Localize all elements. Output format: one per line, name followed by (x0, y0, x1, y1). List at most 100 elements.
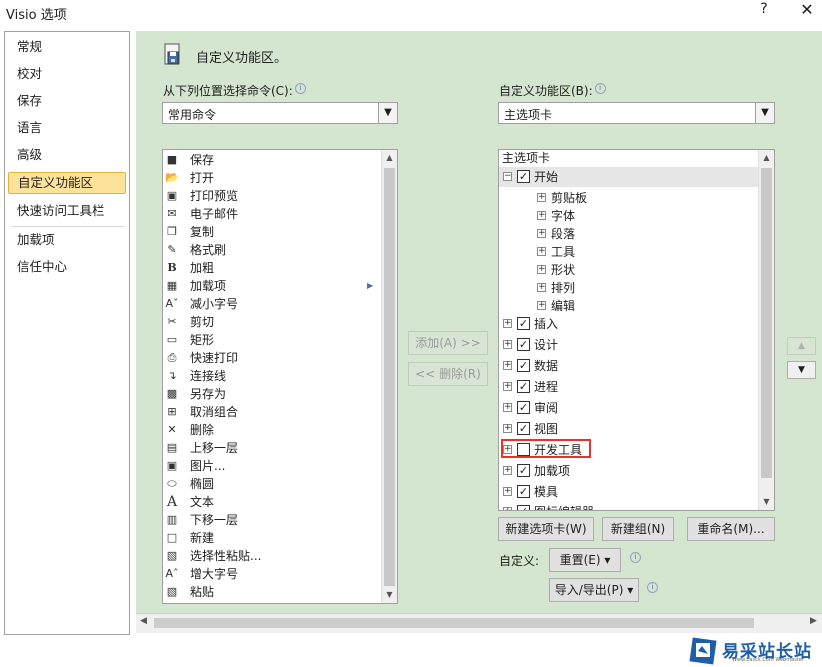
list-item-label: 椭圆 (190, 477, 215, 491)
nav-item-advanced[interactable]: 高级 (8, 144, 126, 166)
expand-icon[interactable]: + (503, 507, 512, 510)
customize-ribbon-combo[interactable]: 主选项卡 ▼ (498, 102, 775, 124)
checkbox-checked-icon[interactable]: ✓ (517, 338, 530, 351)
expand-icon[interactable]: + (503, 382, 512, 391)
nav-divider (11, 226, 125, 227)
list-item-label: 加载项 (190, 279, 227, 293)
checkbox-checked-icon[interactable]: ✓ (517, 380, 530, 393)
list-item-label: 新建 (190, 531, 215, 545)
nav-item-general[interactable]: 常规 (8, 36, 126, 58)
move-up-button[interactable]: ▲ (787, 337, 816, 355)
expand-icon[interactable]: + (537, 211, 546, 220)
expand-icon[interactable]: + (537, 301, 546, 310)
new-group-button[interactable]: 新建组(N) (602, 517, 674, 541)
expand-icon[interactable]: + (503, 466, 512, 475)
scroll-right-icon[interactable]: ▶ (810, 616, 817, 626)
ribbon-tree[interactable]: 主选项卡 − ✓ 开始 + 剪贴板 + 字体 + 段落 + 工具 + 形状 + 排列 + 编辑… (498, 149, 775, 511)
add-button[interactable]: 添加(A) >> (408, 331, 488, 355)
scroll-up-icon[interactable]: ▲ (382, 150, 397, 166)
scroll-thumb[interactable] (154, 618, 754, 628)
scroll-down-icon[interactable]: ▼ (382, 587, 397, 603)
expand-icon[interactable]: + (503, 319, 512, 328)
move-down-button[interactable]: ▼ (787, 361, 816, 379)
expand-icon[interactable]: + (537, 229, 546, 238)
scroll-down-icon[interactable]: ▼ (759, 494, 774, 510)
info-icon: i (630, 552, 641, 563)
checkbox-checked-icon[interactable]: ✓ (517, 505, 530, 510)
expand-icon[interactable]: + (537, 265, 546, 274)
tree-tab-label: 审阅 (534, 401, 559, 415)
nav-item-proofing[interactable]: 校对 (8, 63, 126, 85)
expand-icon[interactable]: + (503, 403, 512, 412)
collapse-icon[interactable]: − (503, 172, 512, 181)
list-item-label: 快速打印 (190, 351, 239, 365)
content-horizontal-scrollbar[interactable]: ◀ ▶ (136, 613, 822, 633)
list-item-label: 增大字号 (190, 567, 239, 581)
cut-icon: ✂ (167, 315, 177, 328)
commands-listbox[interactable]: ■ 保存 📂 打开 ▣ 打印预览 ✉ 电子邮件 ❐ 复制 ✎ 格式刷 B 加粗 ▦ 加载项 ▶ A… (162, 149, 398, 604)
commands-scrollbar[interactable]: ▲ ▼ (381, 150, 397, 603)
nav-item-trust-center[interactable]: 信任中心 (8, 256, 126, 278)
tree-group-label: 字体 (551, 209, 576, 223)
list-item[interactable]: ▦ 加载项 ▶ (163, 277, 381, 295)
list-item-label: 加粗 (190, 261, 215, 275)
checkbox-checked-icon[interactable]: ✓ (517, 170, 530, 183)
expand-icon[interactable]: + (503, 361, 512, 370)
watermark-logo: 易采站长站 Www.Easck.Com Webmaster (688, 636, 822, 667)
expand-icon[interactable]: + (537, 247, 546, 256)
checkbox-checked-icon[interactable]: ✓ (517, 359, 530, 372)
checkbox-checked-icon[interactable]: ✓ (517, 401, 530, 414)
expand-icon[interactable]: + (503, 424, 512, 433)
list-item-label: 格式刷 (190, 243, 227, 257)
tree-tab-label: 图标编辑器 (534, 502, 594, 510)
scroll-thumb[interactable] (384, 168, 395, 586)
list-item-label: 电子邮件 (190, 207, 239, 221)
scroll-up-icon[interactable]: ▲ (759, 150, 774, 166)
submenu-arrow-icon: ▶ (367, 281, 374, 290)
choose-commands-combo[interactable]: 常用命令 ▼ (162, 102, 398, 124)
remove-button[interactable]: << 删除(R) (408, 362, 488, 386)
choose-commands-label: 从下列位置选择命令(C): i (163, 82, 306, 99)
expand-icon[interactable]: + (503, 487, 512, 496)
new-tab-button[interactable]: 新建选项卡(W) (498, 517, 594, 541)
chevron-down-icon[interactable]: ▼ (378, 103, 397, 123)
copy-icon: ❐ (167, 225, 177, 238)
list-item-label: 矩形 (190, 333, 215, 347)
import-export-button[interactable]: 导入/导出(P) ▾ (549, 578, 639, 602)
expand-icon[interactable]: + (503, 340, 512, 349)
scroll-left-icon[interactable]: ◀ (140, 616, 147, 626)
list-item-label: 删除 (190, 423, 215, 437)
checkbox-checked-icon[interactable]: ✓ (517, 485, 530, 498)
nav-item-language[interactable]: 语言 (8, 117, 126, 139)
list-item-label: 复制 (190, 225, 215, 239)
help-button[interactable]: ? (753, 1, 775, 21)
expand-icon[interactable]: + (537, 193, 546, 202)
list-item-label: 打印预览 (190, 189, 239, 203)
checkbox-checked-icon[interactable]: ✓ (517, 317, 530, 330)
list-item-label: 剪切 (190, 315, 215, 329)
paste-icon: ▧ (166, 585, 178, 598)
ribbon-tree-scrollbar[interactable]: ▲ ▼ (758, 150, 774, 510)
nav-item-addins[interactable]: 加载项 (8, 229, 126, 251)
nav-item-quick-access-toolbar[interactable]: 快速访问工具栏 (8, 200, 126, 222)
addins-icon: ▦ (166, 279, 178, 292)
nav-item-customize-ribbon[interactable]: 自定义功能区 (8, 172, 126, 194)
checkbox-checked-icon[interactable]: ✓ (517, 422, 530, 435)
reset-button[interactable]: 重置(E) ▾ (549, 548, 621, 572)
triangle-down-icon: ▼ (798, 365, 805, 375)
tree-tab-label: 开始 (534, 170, 559, 184)
nav-item-save[interactable]: 保存 (8, 90, 126, 112)
scroll-thumb[interactable] (761, 168, 772, 478)
choose-commands-label-text: 从下列位置选择命令(C): (163, 84, 293, 98)
expand-icon[interactable]: + (537, 283, 546, 292)
rename-button[interactable]: 重命名(M)... (687, 517, 775, 541)
tree-group-label: 工具 (551, 245, 576, 259)
list-item-label: 图片... (190, 459, 226, 473)
chevron-down-icon[interactable]: ▼ (755, 103, 774, 123)
list-item-label: 保存 (190, 153, 215, 167)
checkbox-checked-icon[interactable]: ✓ (517, 464, 530, 477)
tree-tab-home[interactable]: − ✓ 开始 (499, 167, 759, 187)
delete-icon: ✕ (167, 423, 177, 436)
close-button[interactable]: ✕ (794, 0, 820, 22)
bold-icon: B (167, 261, 177, 274)
